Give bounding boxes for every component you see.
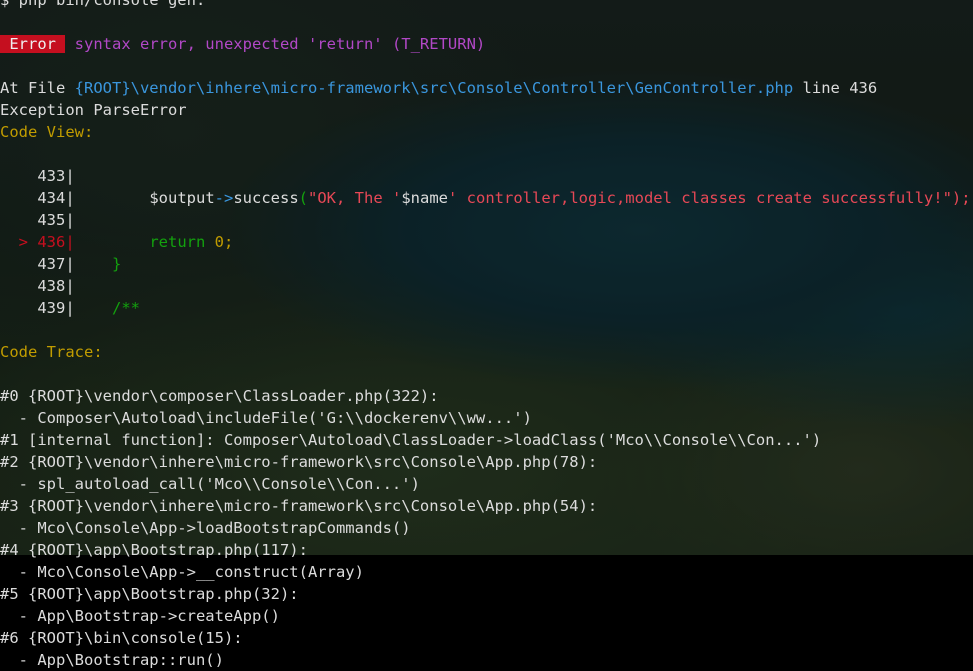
- trace-line: - App\Bootstrap->createApp(): [0, 607, 280, 625]
- code-line-435: 435|: [0, 209, 973, 231]
- code-string-variable: $name: [401, 189, 448, 207]
- gutter-bar: |: [65, 277, 75, 295]
- code-string: "OK, The ': [308, 189, 402, 207]
- code-method: success: [233, 189, 299, 207]
- gutter-bar: |: [65, 189, 75, 207]
- gutter-bar: |: [65, 299, 75, 317]
- code-operator: ->: [214, 189, 234, 207]
- code-keyword: return: [74, 233, 215, 251]
- trace-line: - App\Bootstrap::run(): [0, 651, 224, 669]
- code-line-438: 438|: [0, 275, 973, 297]
- code-line-439: 439| /**: [0, 297, 973, 319]
- code-number: 0;: [214, 233, 234, 251]
- trace-line: - spl_autoload_call('Mco\\Console\\Con..…: [0, 475, 420, 493]
- line-number: 435: [37, 211, 66, 229]
- gutter-bar: |: [65, 233, 75, 251]
- gutter-bar: |: [65, 211, 75, 229]
- trace-line: - Mco\Console\App->loadBootstrapCommands…: [0, 519, 411, 537]
- at-file-path: {ROOT}\vendor\inhere\micro-framework\src…: [74, 79, 794, 97]
- trace-line: #2 {ROOT}\vendor\inhere\micro-framework\…: [0, 453, 598, 471]
- trace-line: #0 {ROOT}\vendor\composer\ClassLoader.ph…: [0, 387, 439, 405]
- code-view-title: Code View:: [0, 121, 973, 143]
- line-number: 433: [37, 167, 66, 185]
- error-line: Error syntax error, unexpected 'return' …: [0, 33, 973, 55]
- line-number: 434: [37, 189, 66, 207]
- code-line-436-error: > 436| return 0;: [0, 231, 973, 253]
- trace-line: #6 {ROOT}\bin\console(15):: [0, 629, 243, 647]
- line-arrow: [0, 211, 37, 229]
- line-arrow: [0, 189, 37, 207]
- line-number: 439: [37, 299, 66, 317]
- line-arrow: [0, 277, 37, 295]
- trace-line: #3 {ROOT}\vendor\inhere\micro-framework\…: [0, 497, 598, 515]
- trace-line: - Composer\Autoload\includeFile('G:\\doc…: [0, 409, 532, 427]
- error-arrow: >: [0, 233, 38, 251]
- trace-line: #4 {ROOT}\app\Bootstrap.php(117):: [0, 541, 308, 559]
- code-trace-label: Code Trace:: [0, 343, 103, 361]
- exception-text: Exception ParseError: [0, 101, 187, 119]
- at-file-line: At File {ROOT}\vendor\inhere\micro-frame…: [0, 77, 973, 99]
- line-number: 438: [37, 277, 66, 295]
- line-arrow: [0, 255, 37, 273]
- line-number: 437: [37, 255, 66, 273]
- prompt-text: $ php bin/console gen:: [0, 0, 206, 9]
- trace-line: #1 [internal function]: Composer\Autoloa…: [0, 431, 822, 449]
- code-line-437: 437| }: [0, 253, 973, 275]
- code-view-label: Code View:: [0, 123, 94, 141]
- code-line-434: 434| $output->success("OK, The '$name' c…: [0, 187, 973, 209]
- code-variable: $output: [74, 189, 215, 207]
- prompt-line: $ php bin/console gen:: [0, 0, 973, 11]
- code-comment: /**: [74, 299, 140, 317]
- line-arrow: [0, 167, 37, 185]
- code-trace-title: Code Trace:: [0, 341, 973, 363]
- code-line-433: 433|: [0, 165, 973, 187]
- code-paren: (: [298, 189, 308, 207]
- gutter-bar: |: [65, 255, 75, 273]
- code-string-rest: ' controller,logic,model classes create …: [448, 189, 971, 207]
- terminal-output[interactable]: $ php bin/console gen: Error syntax erro…: [0, 0, 973, 671]
- at-file-line-number: line 436: [793, 79, 878, 97]
- line-arrow: [0, 299, 37, 317]
- exception-line: Exception ParseError: [0, 99, 973, 121]
- error-badge: Error: [0, 35, 66, 53]
- trace-line: - Mco\Console\App->__construct(Array): [0, 563, 364, 581]
- gutter-bar: |: [65, 167, 75, 185]
- trace-line: #5 {ROOT}\app\Bootstrap.php(32):: [0, 585, 299, 603]
- at-file-prefix: At File: [0, 79, 75, 97]
- line-number: 436: [37, 233, 66, 251]
- code-brace: }: [74, 255, 122, 273]
- error-message: syntax error, unexpected 'return' (T_RET…: [65, 35, 486, 53]
